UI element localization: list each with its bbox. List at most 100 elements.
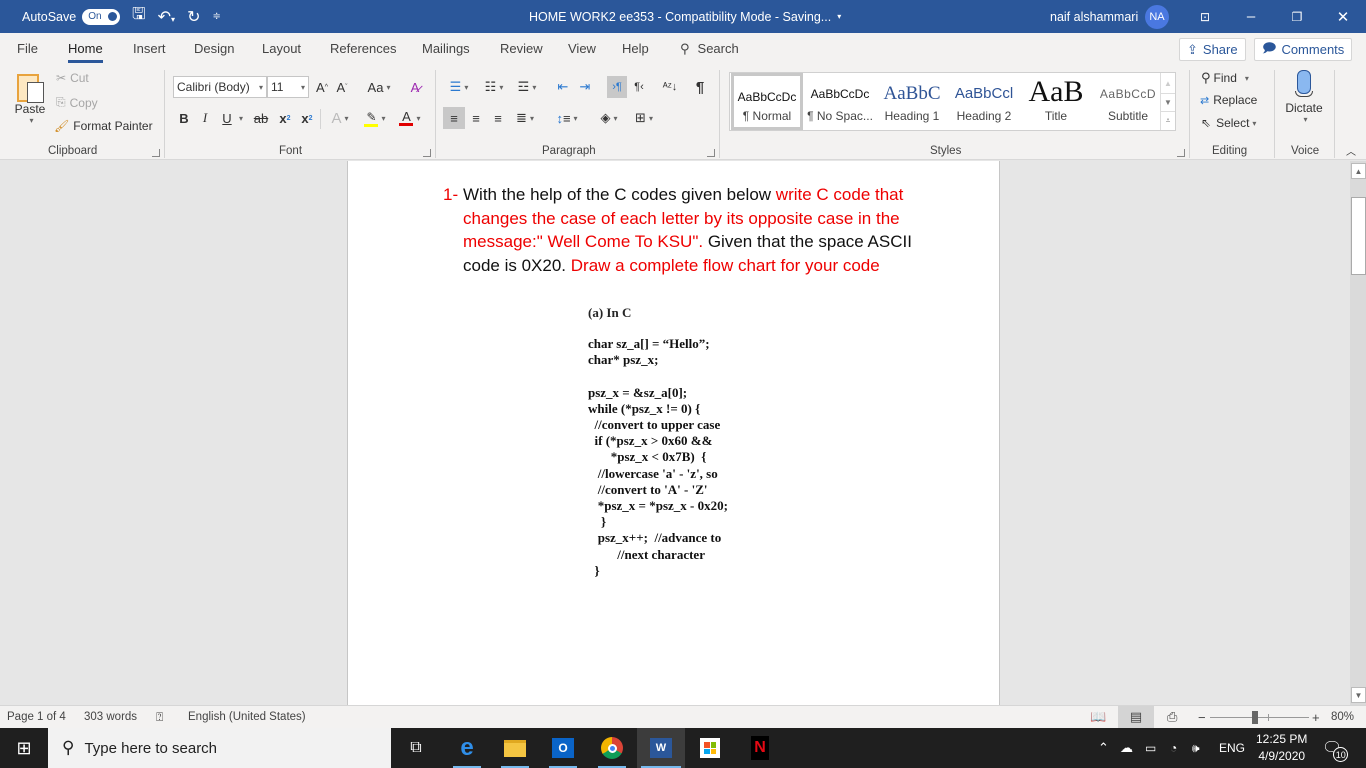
align-right-icon[interactable]: ≡ — [488, 107, 508, 129]
tab-design[interactable]: Design — [194, 33, 234, 65]
increase-indent-icon[interactable]: ⇥ — [576, 76, 594, 98]
strikethrough-button[interactable]: ab — [252, 107, 270, 129]
paste-button[interactable]: Paste ▾ — [12, 70, 48, 125]
style-no-spacing[interactable]: AaBbCcDc ¶ No Spac... — [804, 73, 876, 130]
scroll-up-icon[interactable]: ▲ — [1351, 163, 1366, 179]
undo-icon[interactable]: ↶▾ — [158, 7, 175, 27]
select-button[interactable]: ⇖ Select ▾ — [1201, 116, 1256, 130]
style-normal[interactable]: AaBbCcDc ¶ Normal — [731, 73, 803, 130]
tab-file[interactable]: File — [17, 33, 38, 65]
start-button[interactable]: ⊞ — [0, 728, 48, 768]
grow-font-icon[interactable]: A ^ — [314, 76, 330, 98]
zoom-level[interactable]: 80% — [1331, 706, 1354, 728]
highlight-color-button[interactable]: ✎ ▾ — [360, 107, 390, 129]
task-view-icon[interactable]: ⧉ — [392, 728, 440, 768]
change-case-button[interactable]: Aa ▾ — [364, 76, 394, 98]
taskbar-search[interactable]: ⚲ Type here to search — [48, 728, 391, 768]
zoom-slider[interactable] — [1210, 717, 1309, 718]
line-spacing-icon[interactable]: ↕ ≡ ▾ — [552, 107, 582, 129]
action-center-button[interactable]: 🗨 10 — [1322, 728, 1349, 768]
word-count[interactable]: 303 words — [84, 706, 137, 728]
document-page[interactable]: 1- With the help of the C codes given be… — [347, 161, 1000, 705]
redo-icon[interactable]: ↻ — [187, 7, 200, 27]
tab-home[interactable]: Home — [68, 33, 103, 65]
subscript-button[interactable]: x2 — [278, 107, 292, 129]
language[interactable]: English (United States) — [188, 706, 306, 728]
cut-button[interactable]: ✂ Cut — [56, 71, 89, 85]
onedrive-icon[interactable]: ☁ — [1120, 728, 1133, 768]
decrease-indent-icon[interactable]: ⇤ — [554, 76, 572, 98]
tab-review[interactable]: Review — [500, 33, 543, 65]
bold-button[interactable]: B — [177, 107, 191, 129]
vertical-scrollbar[interactable]: ▲ ▼ — [1349, 161, 1366, 705]
text-effects-icon[interactable]: A ▾ — [328, 107, 352, 129]
file-explorer-icon[interactable] — [491, 728, 539, 768]
style-subtitle[interactable]: AaBbCcD Subtitle — [1092, 73, 1164, 130]
page-count[interactable]: Page 1 of 4 — [7, 706, 66, 728]
show-hidden-icons[interactable]: ⌃ — [1098, 728, 1109, 768]
underline-button[interactable]: U — [220, 107, 234, 129]
align-center-icon[interactable]: ≡ — [466, 107, 486, 129]
rtl-text-direction-icon[interactable]: ¶‹ — [629, 76, 649, 98]
battery-icon[interactable]: ▭ — [1145, 728, 1156, 768]
close-button[interactable]: ✕ — [1320, 0, 1366, 33]
shrink-font-icon[interactable]: Aˇ — [334, 76, 350, 98]
netflix-icon[interactable]: N — [736, 728, 784, 768]
ltr-text-direction-icon[interactable]: ›¶ — [607, 76, 627, 98]
tab-layout[interactable]: Layout — [262, 33, 301, 65]
web-layout-icon[interactable]: ⎙ — [1167, 706, 1177, 728]
underline-dropdown-icon[interactable]: ▾ — [236, 107, 246, 129]
replace-button[interactable]: ⇄ Replace — [1200, 93, 1257, 107]
styles-launcher-icon[interactable] — [1177, 149, 1185, 157]
paragraph-launcher-icon[interactable] — [707, 149, 715, 157]
ribbon-display-options-icon[interactable]: ⊡ — [1182, 0, 1228, 33]
align-left-icon[interactable]: ≡ — [443, 107, 465, 129]
question-paragraph[interactable]: 1- With the help of the C codes given be… — [443, 183, 943, 277]
store-icon[interactable] — [686, 728, 734, 768]
restore-button[interactable]: ❐ — [1274, 0, 1320, 33]
share-button[interactable]: ⇪ Share — [1179, 38, 1246, 61]
read-mode-icon[interactable]: 📖 — [1090, 706, 1106, 728]
word-icon[interactable]: W — [637, 728, 685, 768]
italic-button[interactable]: I — [198, 107, 212, 129]
document-title[interactable]: HOME WORK2 ee353 - Compatibility Mode - … — [529, 0, 841, 33]
autosave[interactable]: AutoSave On — [22, 0, 121, 33]
superscript-button[interactable]: x2 — [300, 107, 314, 129]
font-launcher-icon[interactable] — [423, 149, 431, 157]
comments-button[interactable]: 🗩 Comments — [1254, 38, 1353, 61]
outlook-icon[interactable]: O — [539, 728, 587, 768]
save-icon[interactable]: 🖫 — [132, 3, 146, 30]
chrome-icon[interactable] — [588, 728, 636, 768]
font-color-button[interactable]: A ▾ — [395, 107, 425, 129]
zoom-slider-thumb[interactable] — [1252, 711, 1259, 724]
sort-icon[interactable]: ᴬᶻ↓ — [659, 76, 681, 98]
print-layout-icon[interactable]: ▤ — [1118, 706, 1154, 728]
search-tab[interactable]: ⚲ Search — [680, 33, 739, 65]
autosave-toggle[interactable]: On — [82, 8, 121, 25]
tab-insert[interactable]: Insert — [133, 33, 166, 65]
zoom-out-button[interactable]: − — [1198, 706, 1206, 728]
input-language[interactable]: ENG — [1219, 728, 1245, 768]
collapse-ribbon-icon[interactable]: ︿ — [1346, 143, 1356, 158]
edge-icon[interactable]: e — [443, 728, 491, 768]
user-name[interactable]: naif alshammari — [1050, 10, 1138, 24]
tab-references[interactable]: References — [330, 33, 396, 65]
styles-scroll-down-icon[interactable]: ▼ — [1160, 93, 1175, 111]
customize-quick-access-icon[interactable]: ≑ — [212, 11, 220, 22]
volume-icon[interactable]: 🕪 — [1192, 728, 1200, 768]
tab-view[interactable]: View — [568, 33, 596, 65]
clock[interactable]: 12:25 PM 4/9/2020 — [1256, 728, 1307, 768]
multilevel-list-icon[interactable]: ☲ ▾ — [512, 76, 542, 98]
tab-mailings[interactable]: Mailings — [422, 33, 470, 65]
clipboard-launcher-icon[interactable] — [152, 149, 160, 157]
style-heading-2[interactable]: AaBbCcl Heading 2 — [948, 73, 1020, 130]
scrollbar-thumb[interactable] — [1351, 197, 1366, 275]
font-name-select[interactable]: Calibri (Body) ▾ — [173, 76, 267, 98]
justify-icon[interactable]: ≣ ▾ — [510, 107, 540, 129]
style-title[interactable]: AaB Title — [1020, 73, 1092, 130]
shading-icon[interactable]: ◈ ▾ — [594, 107, 624, 129]
font-size-select[interactable]: 11 ▾ — [267, 76, 309, 98]
borders-icon[interactable]: ⊞ ▾ — [629, 107, 659, 129]
clear-formatting-icon[interactable]: A̷ — [406, 76, 424, 98]
format-painter-button[interactable]: 🖌 Format Painter — [54, 119, 153, 133]
